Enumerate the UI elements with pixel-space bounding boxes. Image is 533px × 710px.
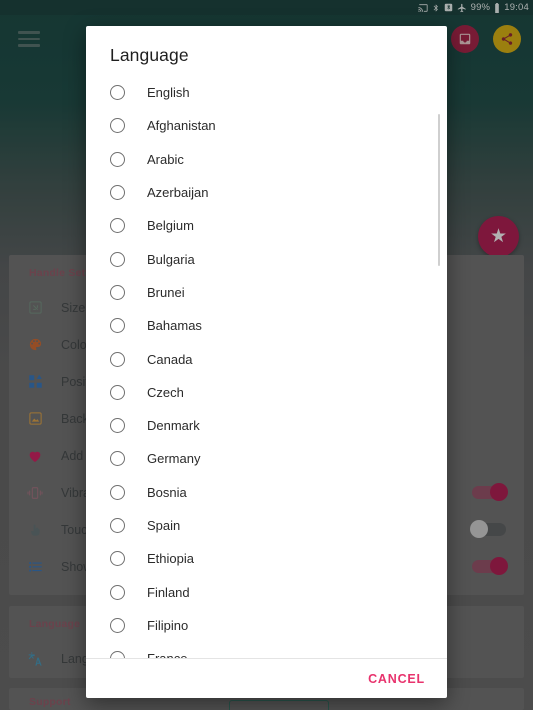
language-option-label: Czech — [147, 384, 184, 400]
language-option[interactable]: Arabic — [86, 143, 447, 176]
radio-button-icon[interactable] — [110, 185, 125, 201]
language-option-label: Brunei — [147, 284, 185, 300]
language-option[interactable]: English — [86, 76, 447, 109]
radio-button-icon[interactable] — [110, 484, 125, 500]
radio-button-icon[interactable] — [110, 85, 125, 101]
radio-button-icon[interactable] — [110, 118, 125, 134]
language-option[interactable]: Afghanistan — [86, 109, 447, 142]
radio-button-icon[interactable] — [110, 518, 125, 533]
radio-button-icon[interactable] — [110, 251, 125, 267]
radio-button-icon[interactable] — [110, 284, 125, 300]
language-option-label: France — [147, 651, 187, 658]
language-option[interactable]: Ethiopia — [86, 542, 447, 575]
radio-button-icon[interactable] — [110, 218, 125, 234]
language-option-label: Afghanistan — [147, 118, 216, 134]
radio-button-icon[interactable] — [110, 551, 125, 567]
radio-button-icon[interactable] — [110, 384, 125, 400]
language-option-label: Finland — [147, 584, 190, 600]
language-option[interactable]: Czech — [86, 376, 447, 409]
radio-button-icon[interactable] — [110, 351, 125, 367]
language-option-label: Belgium — [147, 218, 194, 234]
language-option[interactable]: Brunei — [86, 276, 447, 309]
options-container: English Afghanistan Arabic Azerbaijan Belgiu… — [86, 76, 447, 658]
language-option[interactable]: Azerbaijan — [86, 176, 447, 209]
radio-button-icon[interactable] — [110, 451, 125, 467]
cancel-button[interactable]: CANCEL — [368, 672, 425, 686]
language-option[interactable]: Belgium — [86, 209, 447, 242]
radio-button-icon[interactable] — [110, 617, 125, 633]
dialog-title: Language — [110, 45, 189, 65]
radio-button-icon[interactable] — [110, 418, 125, 434]
language-option-label: Bosnia — [147, 484, 187, 500]
language-option-list[interactable]: English Afghanistan Arabic Azerbaijan Belgiu… — [86, 76, 447, 658]
language-option-label: Filipino — [147, 617, 189, 633]
language-option-label: Germany — [147, 451, 201, 467]
language-dialog: Language English Afghanistan Arabic Azerbai… — [86, 26, 447, 698]
language-option-label: Arabic — [147, 151, 184, 167]
language-option[interactable]: France — [86, 642, 447, 658]
dialog-actions: CANCEL — [86, 658, 447, 698]
language-option-label: Bulgaria — [147, 251, 195, 267]
language-option-label: Azerbaijan — [147, 185, 209, 201]
language-option[interactable]: Germany — [86, 442, 447, 475]
language-option[interactable]: Denmark — [86, 409, 447, 442]
language-option[interactable]: Bulgaria — [86, 242, 447, 275]
language-option-label: Ethiopia — [147, 551, 194, 567]
language-option-label: Canada — [147, 351, 193, 367]
language-option-label: Denmark — [147, 418, 200, 434]
language-option[interactable]: Bahamas — [86, 309, 447, 342]
language-option[interactable]: Finland — [86, 575, 447, 608]
scrollbar-thumb[interactable] — [437, 114, 440, 266]
radio-button-icon[interactable] — [110, 318, 125, 334]
radio-button-icon[interactable] — [110, 584, 125, 600]
language-option-label: Bahamas — [147, 318, 202, 334]
language-option[interactable]: Canada — [86, 342, 447, 375]
language-option[interactable]: Spain — [86, 509, 447, 542]
radio-button-icon[interactable] — [110, 151, 125, 167]
language-option-label: Spain — [147, 518, 181, 533]
language-option[interactable]: Bosnia — [86, 476, 447, 509]
language-option[interactable]: Filipino — [86, 609, 447, 642]
radio-button-icon[interactable] — [110, 651, 125, 658]
language-option-label: English — [147, 85, 190, 101]
